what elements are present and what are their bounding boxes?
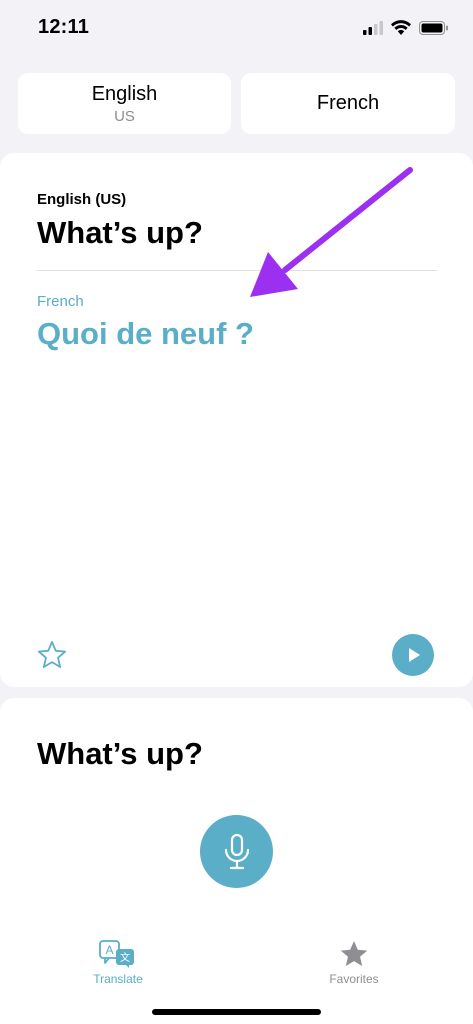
tab-label: Favorites bbox=[329, 972, 379, 986]
battery-icon bbox=[419, 20, 448, 35]
cellular-signal-icon bbox=[363, 20, 383, 35]
translation-card: English (US) What’s up? French Quoi de n… bbox=[0, 153, 473, 687]
translate-icon: A 文 bbox=[99, 940, 134, 968]
play-button[interactable] bbox=[392, 634, 434, 676]
favorite-button[interactable] bbox=[37, 640, 67, 670]
svg-text:文: 文 bbox=[120, 951, 130, 964]
source-language-button[interactable]: English US bbox=[18, 73, 231, 134]
wifi-icon bbox=[391, 20, 411, 35]
translated-text: Quoi de neuf ? bbox=[37, 316, 254, 351]
home-indicator bbox=[152, 1009, 321, 1015]
target-language-button[interactable]: French bbox=[241, 73, 455, 134]
microphone-icon bbox=[224, 833, 249, 869]
status-bar: 12:11 bbox=[0, 0, 473, 56]
divider bbox=[37, 270, 437, 271]
target-language-label: French bbox=[37, 293, 84, 310]
source-language-label: English (US) bbox=[37, 191, 127, 208]
tab-translate[interactable]: A 文 Translate bbox=[58, 940, 178, 986]
source-text: What’s up? bbox=[37, 215, 203, 250]
svg-text:A: A bbox=[105, 943, 113, 957]
source-language-name: English bbox=[91, 82, 158, 105]
tab-label: Translate bbox=[93, 972, 143, 986]
status-icons bbox=[363, 20, 449, 35]
play-icon bbox=[409, 648, 420, 662]
status-time: 12:11 bbox=[38, 16, 90, 38]
target-language-name: French bbox=[316, 92, 380, 114]
star-outline-icon bbox=[37, 641, 67, 668]
tab-favorites[interactable]: Favorites bbox=[294, 940, 414, 986]
source-language-region: US bbox=[114, 107, 135, 125]
microphone-button[interactable] bbox=[200, 815, 273, 888]
input-text: What’s up? bbox=[37, 736, 203, 771]
star-filled-icon bbox=[340, 941, 368, 966]
